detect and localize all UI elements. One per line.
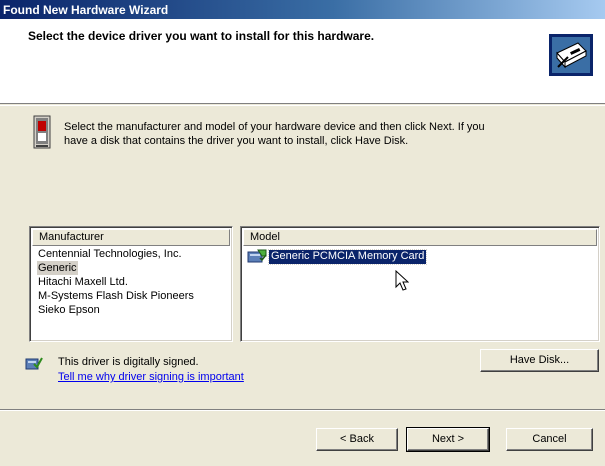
manufacturer-items: Centennial Technologies, Inc. Generic Hi… xyxy=(37,247,195,317)
header-divider xyxy=(0,105,605,106)
driver-card-icon xyxy=(247,249,267,263)
hardware-wizard-icon xyxy=(549,34,593,76)
have-disk-button[interactable]: Have Disk... xyxy=(480,349,599,372)
model-column-header[interactable]: Model xyxy=(243,229,597,246)
model-list[interactable]: Model Generic PCMCIA Memory Card xyxy=(240,226,600,342)
signed-driver-icon xyxy=(25,357,43,370)
manufacturer-list[interactable]: Manufacturer Centennial Technologies, In… xyxy=(29,226,233,342)
manufacturer-column-header[interactable]: Manufacturer xyxy=(32,229,230,246)
instructions: Select the manufacturer and model of you… xyxy=(64,120,589,148)
window-title[interactable]: Found New Hardware Wizard xyxy=(0,0,605,19)
footer-divider xyxy=(0,409,605,411)
list-item-generic[interactable]: Generic xyxy=(37,261,78,275)
mouse-pointer-icon xyxy=(395,270,409,291)
model-item-label[interactable]: Generic PCMCIA Memory Card xyxy=(267,249,428,265)
driver-signing-link[interactable]: Tell me why driver signing is important xyxy=(58,371,244,383)
list-item-generic-row: Generic xyxy=(37,261,195,275)
signing-status: This driver is digitally signed. xyxy=(58,356,199,368)
next-button[interactable]: Next > xyxy=(406,427,490,452)
page-title: Select the device driver you want to ins… xyxy=(28,29,375,43)
instructions-line-2: have a disk that contains the driver you… xyxy=(64,135,409,147)
back-button[interactable]: < Back xyxy=(316,428,398,451)
list-item-hitachi[interactable]: Hitachi Maxell Ltd. xyxy=(37,275,195,289)
wizard-header: Select the device driver you want to ins… xyxy=(0,19,605,104)
device-card-icon xyxy=(33,115,51,149)
list-item-sieko[interactable]: Sieko Epson xyxy=(37,303,195,317)
cancel-button[interactable]: Cancel xyxy=(506,428,593,451)
list-item-msystems[interactable]: M-Systems Flash Disk Pioneers xyxy=(37,289,195,303)
instructions-line-1: Select the manufacturer and model of you… xyxy=(64,121,485,133)
list-item-centennial[interactable]: Centennial Technologies, Inc. xyxy=(37,247,195,261)
